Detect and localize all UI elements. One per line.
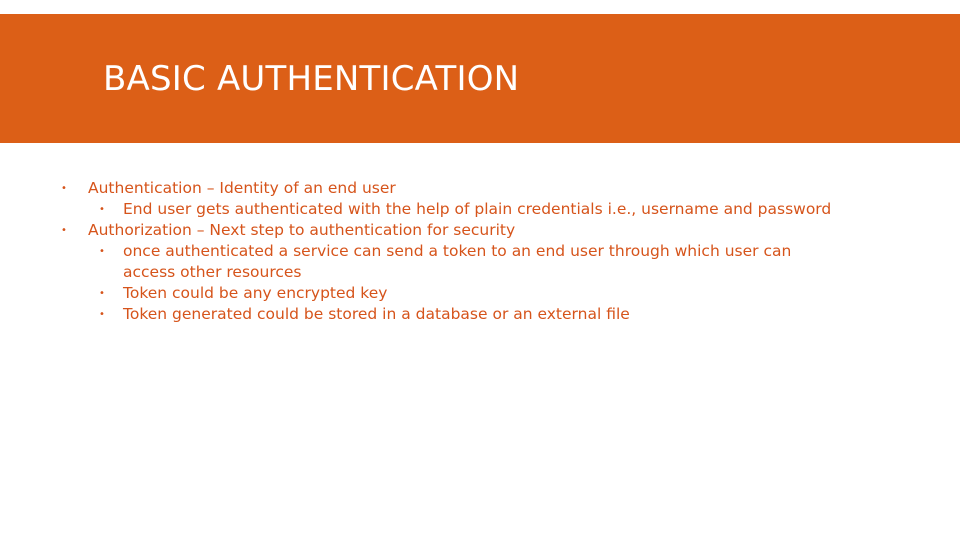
bullet-icon: • (99, 246, 105, 257)
bullet-text: Token could be any encrypted key (123, 284, 388, 302)
bullet-icon: • (61, 225, 67, 236)
bullet-text: Token generated could be stored in a dat… (123, 305, 630, 323)
sub-bullet-item-token-key: • Token could be any encrypted key (60, 283, 860, 304)
bullet-icon: • (99, 204, 105, 215)
bullet-icon: • (99, 288, 105, 299)
slide-title: BASIC AUTHENTICATION (103, 59, 520, 99)
bullet-text: Authorization – Next step to authenticat… (88, 221, 516, 239)
bullet-text: Authentication – Identity of an end user (88, 179, 396, 197)
slide: BASIC AUTHENTICATION • Authentication – … (0, 0, 960, 540)
bullet-icon: • (61, 183, 67, 194)
sub-bullet-item-token-storage: • Token generated could be stored in a d… (60, 304, 860, 325)
bullet-list: • Authentication – Identity of an end us… (60, 178, 860, 325)
bullet-item-authentication: • Authentication – Identity of an end us… (60, 178, 860, 199)
bullet-item-authorization: • Authorization – Next step to authentic… (60, 220, 860, 241)
bullet-icon: • (99, 309, 105, 320)
bullet-text: once authenticated a service can send a … (123, 242, 792, 281)
sub-bullet-item-token-send: • once authenticated a service can send … (60, 241, 860, 283)
bullet-text: End user gets authenticated with the hel… (123, 200, 832, 218)
sub-bullet-item-credentials: • End user gets authenticated with the h… (60, 199, 860, 220)
